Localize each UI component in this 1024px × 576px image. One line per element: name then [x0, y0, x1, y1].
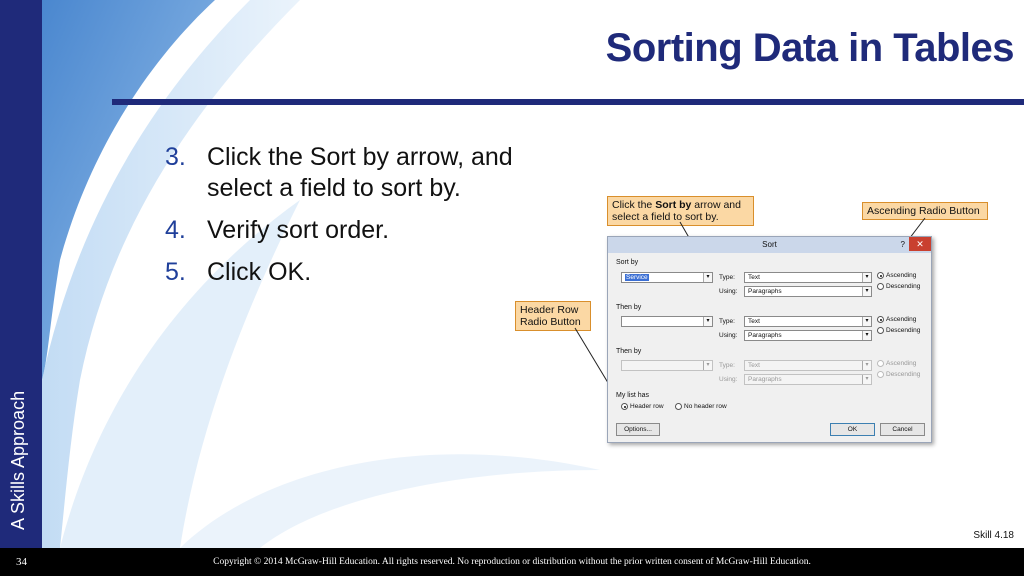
callout-header-row-line1: Header Row	[520, 304, 579, 316]
footer-bar: 34 Copyright © 2014 McGraw-Hill Educatio…	[0, 548, 1024, 576]
title-divider	[112, 99, 1024, 105]
then-by-2-using-select: Paragraphs ▾	[744, 374, 872, 385]
sort-by-type-value: Text	[748, 274, 760, 281]
copyright-text: Copyright © 2014 McGraw-Hill Education. …	[213, 557, 811, 567]
step-number: 4.	[165, 216, 186, 244]
no-header-row-radio[interactable]: No header row	[675, 403, 727, 410]
dialog-title: Sort	[762, 240, 777, 249]
radio-dot[interactable]	[877, 316, 884, 323]
dialog-titlebar: Sort ? ✕	[608, 237, 931, 253]
sort-by-field-select[interactable]: Service ▾	[621, 272, 713, 283]
header-row-radio[interactable]: Header row	[621, 403, 664, 410]
side-label: A Skills Approach	[8, 390, 28, 530]
skill-label: Skill 4.18	[973, 530, 1014, 541]
then-by-2-descending-label: Descending	[886, 371, 921, 378]
then-by-2-field-select: ▾	[621, 360, 713, 371]
sort-by-descending-label: Descending	[886, 283, 921, 290]
then-by-type-value: Text	[748, 318, 760, 325]
then-by-label: Then by	[616, 304, 642, 311]
sort-by-using-select[interactable]: Paragraphs ▾	[744, 286, 872, 297]
then-by-2-label: Then by	[616, 348, 642, 355]
then-by-2-type-select: Text ▾	[744, 360, 872, 371]
then-by-2-type-value: Text	[748, 362, 760, 369]
callout-header-row: Header Row Radio Button	[515, 301, 591, 331]
help-button[interactable]: ?	[901, 237, 905, 253]
sort-dialog: Sort ? ✕ Sort by Service ▾ Type: Text ▾ …	[607, 236, 932, 443]
then-by-2-type-label: Type:	[719, 362, 735, 369]
list-has-label: My list has	[616, 392, 650, 399]
then-by-ascending-radio[interactable]: Ascending	[877, 316, 916, 323]
header-row-label: Header row	[630, 403, 664, 410]
radio-dot[interactable]	[877, 272, 884, 279]
chevron-down-icon[interactable]: ▾	[862, 317, 871, 326]
close-button[interactable]: ✕	[909, 237, 931, 251]
then-by-type-label: Type:	[719, 318, 735, 325]
sort-by-ascending-radio[interactable]: Ascending	[877, 272, 916, 279]
no-header-row-label: No header row	[684, 403, 727, 410]
step-item: 4. Verify sort order.	[165, 215, 565, 246]
then-by-2-ascending-radio: Ascending	[877, 360, 916, 367]
radio-dot	[877, 371, 884, 378]
callout-sort-by-pre: Click the	[612, 199, 656, 211]
then-by-using-label: Using:	[719, 332, 738, 339]
sort-by-label: Sort by	[616, 259, 639, 266]
then-by-descending-radio[interactable]: Descending	[877, 327, 920, 334]
callout-ascending: Ascending Radio Button	[862, 202, 988, 220]
step-text: Verify sort order.	[207, 216, 390, 244]
step-text: Click the Sort by arrow, and select a fi…	[207, 143, 513, 202]
step-number: 5.	[165, 258, 186, 286]
then-by-2-using-label: Using:	[719, 376, 738, 383]
step-text: Click OK.	[207, 258, 312, 286]
chevron-down-icon: ▾	[862, 361, 871, 370]
step-item: 5. Click OK.	[165, 257, 565, 288]
radio-dot[interactable]	[877, 283, 884, 290]
then-by-2-descending-radio: Descending	[877, 371, 920, 378]
chevron-down-icon[interactable]: ▾	[862, 287, 871, 296]
then-by-2-using-value: Paragraphs	[748, 376, 782, 383]
sort-by-using-label: Using:	[719, 288, 738, 295]
chevron-down-icon[interactable]: ▾	[862, 331, 871, 340]
radio-dot	[877, 360, 884, 367]
step-list: 3. Click the Sort by arrow, and select a…	[165, 142, 565, 299]
then-by-ascending-label: Ascending	[886, 316, 917, 323]
chevron-down-icon: ▾	[862, 375, 871, 384]
radio-dot[interactable]	[621, 403, 628, 410]
sort-by-descending-radio[interactable]: Descending	[877, 283, 920, 290]
callout-sort-by-bold: Sort by	[655, 199, 692, 211]
options-button[interactable]: Options...	[616, 423, 660, 436]
then-by-field-select[interactable]: ▾	[621, 316, 713, 327]
chevron-down-icon[interactable]: ▾	[703, 273, 712, 282]
step-item: 3. Click the Sort by arrow, and select a…	[165, 142, 565, 204]
chevron-down-icon[interactable]: ▾	[703, 317, 712, 326]
chevron-down-icon[interactable]: ▾	[862, 273, 871, 282]
slide-title: Sorting Data in Tables	[605, 26, 1015, 70]
sort-by-ascending-label: Ascending	[886, 272, 917, 279]
sort-by-using-value: Paragraphs	[748, 288, 782, 295]
then-by-2-ascending-label: Ascending	[886, 360, 917, 367]
cancel-button[interactable]: Cancel	[880, 423, 925, 436]
ok-button[interactable]: OK	[830, 423, 875, 436]
then-by-type-select[interactable]: Text ▾	[744, 316, 872, 327]
radio-dot[interactable]	[675, 403, 682, 410]
then-by-using-value: Paragraphs	[748, 332, 782, 339]
callout-header-row-line2: Radio Button	[520, 316, 581, 328]
sort-by-type-select[interactable]: Text ▾	[744, 272, 872, 283]
callout-sort-by: Click the Sort by arrow and select a fie…	[607, 196, 754, 226]
then-by-descending-label: Descending	[886, 327, 921, 334]
radio-dot[interactable]	[877, 327, 884, 334]
then-by-using-select[interactable]: Paragraphs ▾	[744, 330, 872, 341]
step-number: 3.	[165, 143, 186, 171]
chevron-down-icon: ▾	[703, 361, 712, 370]
sort-by-field-value: Service	[625, 274, 649, 281]
sort-by-type-label: Type:	[719, 274, 735, 281]
